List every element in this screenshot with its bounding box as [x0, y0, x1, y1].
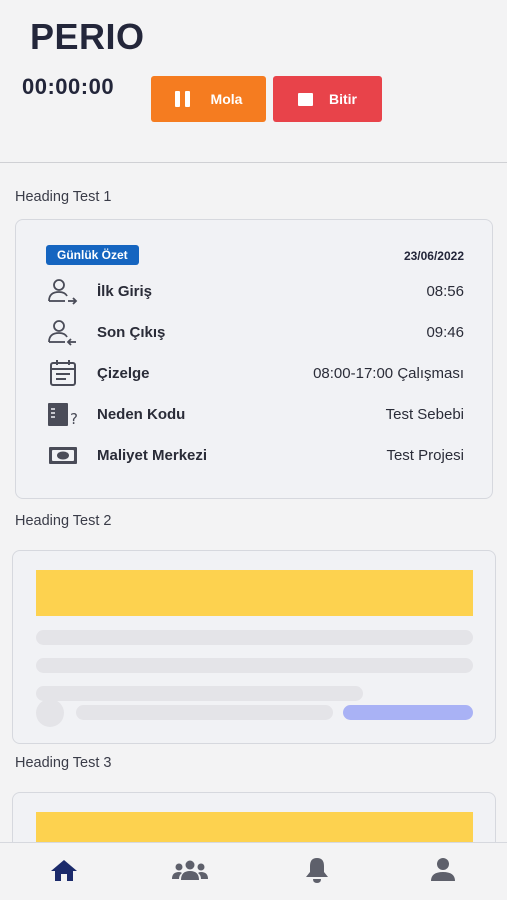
timer-display: 00:00:00	[22, 74, 115, 99]
nav-notifications[interactable]	[285, 843, 349, 900]
nav-profile[interactable]	[411, 843, 475, 900]
stop-icon	[298, 92, 313, 106]
bottom-navigation	[0, 842, 507, 900]
skeleton-avatar	[36, 699, 64, 727]
skeleton-line	[36, 686, 363, 701]
nav-home[interactable]	[32, 843, 96, 900]
summary-row-value: Test Projesi	[386, 446, 464, 464]
team-icon	[171, 858, 209, 887]
profile-icon	[430, 857, 456, 888]
nav-team[interactable]	[158, 843, 222, 900]
summary-row-label: Maliyet Merkezi	[97, 446, 208, 464]
section-heading-1: Heading Test 1	[15, 189, 112, 205]
user-logout-icon	[46, 317, 80, 347]
app-screen: PERIO 00:00:00 Mola Bitir Heading Test 1…	[0, 0, 507, 900]
summary-row-schedule: Çizelge 08:00-17:00 Çalışması	[46, 358, 464, 388]
summary-badge: Günlük Özet	[46, 245, 139, 265]
summary-row-value: Test Sebebi	[385, 405, 464, 423]
summary-row-label: Çizelge	[97, 364, 150, 382]
header-divider	[0, 162, 507, 163]
user-login-icon	[46, 276, 80, 306]
skeleton-button	[343, 705, 473, 720]
svg-text:?: ?	[70, 410, 78, 428]
bell-icon	[304, 856, 330, 889]
summary-row-value: 08:56	[426, 282, 464, 300]
reason-code-icon: ?	[46, 399, 80, 429]
skeleton-line	[36, 630, 473, 645]
summary-row-cost-center: Maliyet Merkezi Test Projesi	[46, 440, 464, 470]
section-heading-3: Heading Test 3	[15, 755, 112, 771]
home-icon	[50, 858, 78, 887]
stop-button-label: Bitir	[329, 91, 357, 107]
stop-button[interactable]: Bitir	[273, 76, 382, 122]
daily-summary-card[interactable]: Günlük Özet 23/06/2022 İlk Giriş 08:56 S…	[15, 219, 493, 499]
summary-row-label: Son Çıkış	[97, 323, 166, 341]
skeleton-line	[76, 705, 333, 720]
section-heading-2: Heading Test 2	[15, 513, 112, 529]
app-title: PERIO	[30, 16, 145, 57]
pause-button[interactable]: Mola	[151, 76, 266, 122]
summary-row-value: 09:46	[426, 323, 464, 341]
pause-icon	[174, 91, 195, 107]
summary-row-reason-code: ? Neden Kodu Test Sebebi	[46, 399, 464, 429]
calendar-icon	[46, 358, 80, 388]
summary-row-first-login: İlk Giriş 08:56	[46, 276, 464, 306]
skeleton-line	[36, 658, 473, 673]
summary-row-label: İlk Giriş	[97, 282, 153, 300]
summary-date: 23/06/2022	[403, 249, 464, 263]
money-icon	[46, 440, 80, 470]
summary-row-label: Neden Kodu	[97, 405, 186, 423]
skeleton-card	[12, 550, 496, 744]
skeleton-banner	[36, 570, 473, 616]
pause-button-label: Mola	[210, 91, 243, 107]
summary-row-value: 08:00-17:00 Çalışması	[313, 364, 464, 382]
summary-row-last-logout: Son Çıkış 09:46	[46, 317, 464, 347]
